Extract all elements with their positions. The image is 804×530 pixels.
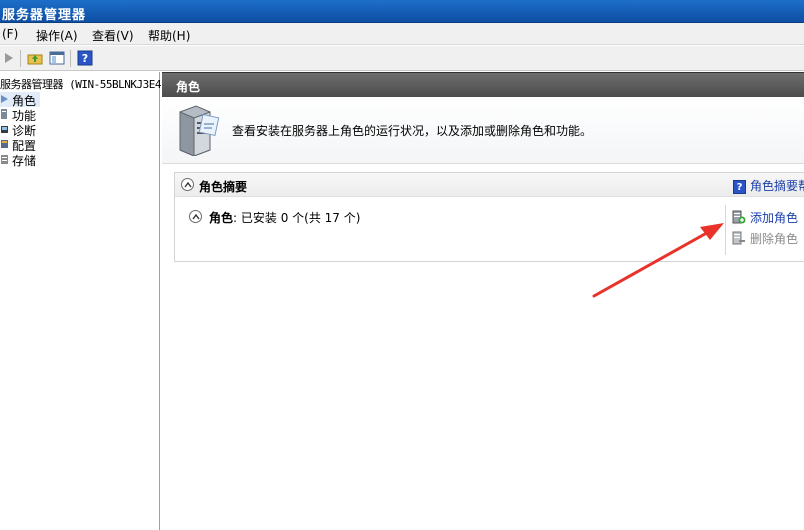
menu-help[interactable]: 帮助(H)	[148, 27, 190, 44]
menu-bar: (F) 操作(A) 查看(V) 帮助(H)	[0, 23, 804, 45]
svg-text:?: ?	[82, 52, 88, 65]
roles-status-row: 角色: 已安装 0 个(共 17 个)	[189, 209, 360, 226]
toolbar-separator	[70, 50, 71, 67]
tree-root-server-manager[interactable]: 服务器管理器 (WIN-55BLNKJ3E4	[0, 76, 161, 92]
roles-label: 角色	[209, 211, 234, 225]
configuration-icon	[0, 138, 10, 150]
toolbar-separator	[20, 50, 21, 67]
title-bar: 服务器管理器	[0, 0, 804, 23]
menu-view[interactable]: 查看(V)	[92, 27, 134, 44]
remove-roles-icon	[732, 231, 746, 245]
up-folder-icon[interactable]	[26, 49, 44, 67]
content-header: 角色	[162, 72, 804, 97]
roles-summary-title: 角色摘要	[199, 180, 248, 194]
roles-summary-header: 角色摘要 ?角色摘要帮	[175, 173, 804, 197]
roles-summary-help-link[interactable]: ?角色摘要帮	[733, 177, 804, 194]
tree-item-roles[interactable]: 角色	[0, 92, 40, 108]
features-icon	[0, 108, 10, 120]
content-title: 角色	[176, 80, 201, 94]
help-icon: ?	[733, 179, 746, 194]
help-icon[interactable]: ?	[76, 49, 94, 67]
content-pane: 角色 查看安装在服务器上角色的运行状况，以及添加或删除角色和功能。 角色摘要 ?…	[162, 72, 804, 530]
roles-summary-panel: 角色摘要 ?角色摘要帮 角色: 已安装 0 个(共 17 个)	[174, 172, 804, 262]
content-banner: 查看安装在服务器上角色的运行状况，以及添加或删除角色和功能。	[162, 97, 804, 164]
storage-icon	[0, 153, 10, 165]
server-roles-icon	[176, 104, 220, 157]
forward-icon[interactable]	[0, 49, 18, 67]
collapse-summary-icon[interactable]	[181, 178, 194, 191]
add-roles-icon	[732, 210, 746, 224]
menu-action[interactable]: 操作(A)	[36, 27, 78, 44]
toolbar: ?	[0, 46, 804, 71]
roles-icon	[0, 93, 10, 105]
window-title: 服务器管理器	[2, 8, 87, 23]
collapse-roles-icon[interactable]	[189, 210, 202, 223]
roles-actions: 添加角色 删除角色	[725, 205, 804, 255]
banner-description: 查看安装在服务器上角色的运行状况，以及添加或删除角色和功能。	[232, 124, 593, 138]
diagnostics-icon	[0, 123, 10, 135]
show-hide-tree-icon[interactable]	[48, 49, 66, 67]
roles-installed-count: : 已安装 0 个(共 17 个)	[233, 211, 361, 225]
menu-file[interactable]: (F)	[2, 27, 18, 41]
navigation-tree: 服务器管理器 (WIN-55BLNKJ3E4 角色 功能 诊断 配置 存储	[0, 72, 161, 530]
